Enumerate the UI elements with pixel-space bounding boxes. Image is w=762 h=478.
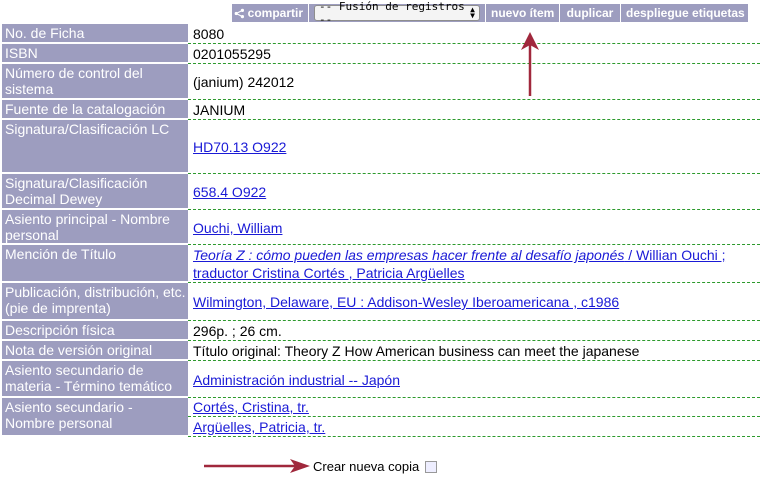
field-value: JANIUM xyxy=(188,100,760,120)
field-label: Signatura/Clasificación LC xyxy=(2,120,188,174)
share-icon xyxy=(234,8,245,18)
record-table: No. de Ficha 8080 ISBN 0201055295 Número… xyxy=(2,24,760,437)
table-row: Descripción física 296p. ; 26 cm. xyxy=(2,321,760,341)
publication-link[interactable]: Wilmington, Delaware, EU : Addison-Wesle… xyxy=(193,294,619,310)
field-value: 0201055295 xyxy=(188,44,760,64)
main-author-link[interactable]: Ouchi, William xyxy=(193,220,282,236)
secondary-author-entry: Argüelles, Patricia, tr. xyxy=(188,417,760,436)
table-row: Asiento secundario - Nombre personal Cor… xyxy=(2,398,760,437)
field-value: Teoría Z : cómo pueden las empresas hace… xyxy=(188,245,760,283)
field-value: HD70.13 O922 xyxy=(188,120,760,174)
field-label: Asiento secundario de materia - Término … xyxy=(2,361,188,398)
table-row: Signatura/Clasificación Decimal Dewey 65… xyxy=(2,174,760,210)
record-toolbar: compartir -- Fusión de registros -- ▲ ▼ n… xyxy=(232,0,749,26)
secondary-author-link[interactable]: Argüelles, Patricia, tr. xyxy=(193,419,325,435)
title-text: Teoría Z : cómo pueden las empresas hace… xyxy=(193,247,625,263)
field-value: 658.4 O922 xyxy=(188,174,760,210)
select-arrows-icon: ▲ ▼ xyxy=(470,5,475,20)
table-row: ISBN 0201055295 xyxy=(2,44,760,64)
field-value: Cortés, Cristina, tr. Argüelles, Patrici… xyxy=(188,398,760,437)
field-label: Signatura/Clasificación Decimal Dewey xyxy=(2,174,188,210)
field-value: Administración industrial -- Japón xyxy=(188,361,760,398)
field-label: Asiento principal - Nombre personal xyxy=(2,210,188,245)
field-label: Número de control del sistema xyxy=(2,64,188,100)
table-row: Mención de Título Teoría Z : cómo pueden… xyxy=(2,245,760,283)
annotation-arrow-right xyxy=(204,459,310,473)
field-value: Wilmington, Delaware, EU : Addison-Wesle… xyxy=(188,283,760,321)
table-row: Fuente de la catalogación JANIUM xyxy=(2,100,760,120)
field-value: 296p. ; 26 cm. xyxy=(188,321,760,341)
new-item-button[interactable]: nuevo ítem xyxy=(486,4,560,22)
create-copy-label: Crear nueva copia xyxy=(313,459,420,474)
secondary-author-link[interactable]: Cortés, Cristina, tr. xyxy=(193,399,309,415)
show-labels-label: despliegue etiquetas xyxy=(626,6,745,20)
table-row: Número de control del sistema (janium) 2… xyxy=(2,64,760,100)
merge-select-wrapper: -- Fusión de registros -- ▲ ▼ xyxy=(309,0,486,26)
duplicate-label: duplicar xyxy=(566,6,614,20)
share-button[interactable]: compartir xyxy=(232,4,309,22)
merge-select-value: -- Fusión de registros -- xyxy=(319,0,465,26)
field-value: Título original: Theory Z How American b… xyxy=(188,341,760,361)
field-label: Nota de versión original xyxy=(2,341,188,361)
table-row: Asiento principal - Nombre personal Ouch… xyxy=(2,210,760,245)
table-row: Nota de versión original Título original… xyxy=(2,341,760,361)
create-copy-checkbox[interactable] xyxy=(425,460,438,473)
table-row: No. de Ficha 8080 xyxy=(2,24,760,44)
field-label: Publicación, distribución, etc. (pie de … xyxy=(2,283,188,321)
show-labels-button[interactable]: despliegue etiquetas xyxy=(621,4,749,22)
duplicate-button[interactable]: duplicar xyxy=(560,4,621,22)
secondary-author-entry: Cortés, Cristina, tr. xyxy=(188,398,760,417)
field-label: Descripción física xyxy=(2,321,188,341)
subject-link[interactable]: Administración industrial -- Japón xyxy=(193,372,400,388)
table-row: Publicación, distribución, etc. (pie de … xyxy=(2,283,760,321)
field-value: (janium) 242012 xyxy=(188,64,760,100)
field-label: Fuente de la catalogación xyxy=(2,100,188,120)
field-label: ISBN xyxy=(2,44,188,64)
title-link[interactable]: Teoría Z : cómo pueden las empresas hace… xyxy=(193,247,726,281)
field-value: Ouchi, William xyxy=(188,210,760,245)
lc-classification-link[interactable]: HD70.13 O922 xyxy=(193,139,286,155)
create-copy-row: Crear nueva copia xyxy=(313,459,438,474)
dewey-classification-link[interactable]: 658.4 O922 xyxy=(193,184,266,200)
merge-records-select[interactable]: -- Fusión de registros -- ▲ ▼ xyxy=(314,0,480,26)
field-value: 8080 xyxy=(188,24,760,44)
share-label: compartir xyxy=(247,6,303,20)
field-label: Asiento secundario - Nombre personal xyxy=(2,398,188,437)
field-label: Mención de Título xyxy=(2,245,188,283)
table-row: Signatura/Clasificación LC HD70.13 O922 xyxy=(2,120,760,174)
new-item-label: nuevo ítem xyxy=(491,6,555,20)
annotation-arrow-up xyxy=(521,32,539,96)
table-row: Asiento secundario de materia - Término … xyxy=(2,361,760,398)
field-label: No. de Ficha xyxy=(2,24,188,44)
